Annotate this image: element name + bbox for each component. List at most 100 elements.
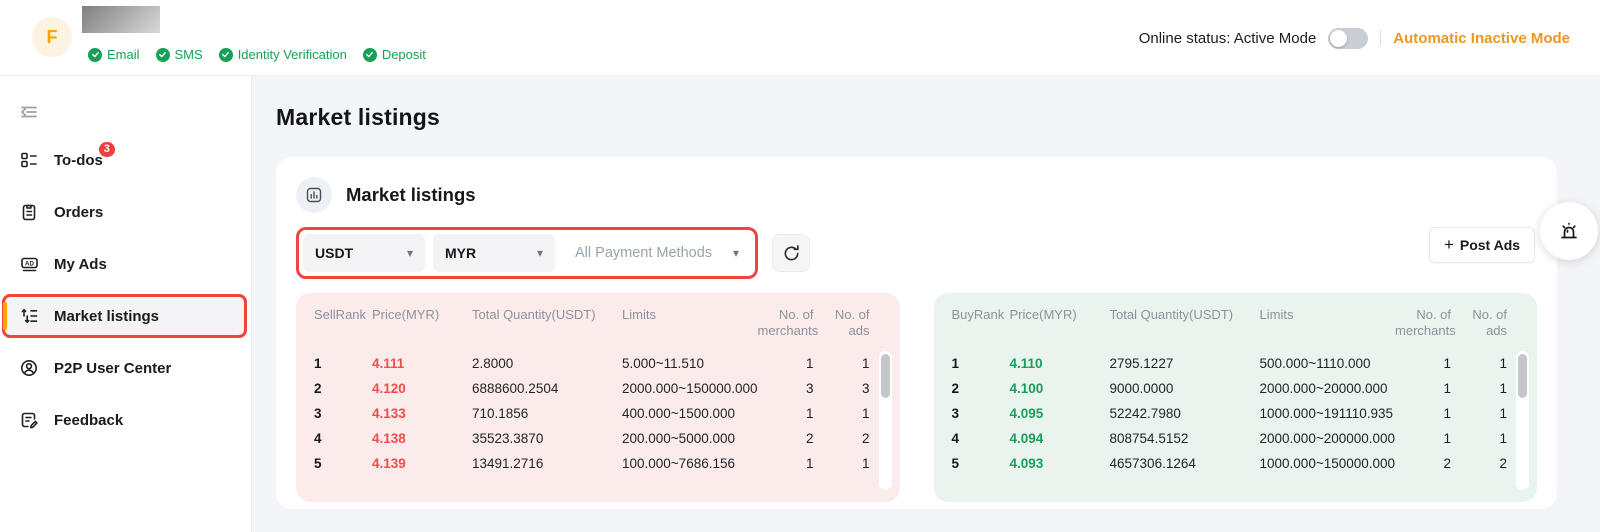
scrollbar-thumb[interactable]: [1518, 354, 1527, 398]
post-ads-label: Post Ads: [1460, 237, 1520, 253]
sidebar-item-todos[interactable]: To-dos 3: [2, 138, 247, 182]
sidebar-item-label: Feedback: [54, 412, 123, 429]
alert-fab[interactable]: [1540, 202, 1598, 260]
merchants-cell: 1: [1395, 431, 1451, 446]
rank-cell: 2: [952, 381, 1010, 396]
table-row: 34.133710.1856400.000~1500.00011: [314, 401, 870, 426]
check-icon: [156, 48, 170, 62]
limits-cell: 2000.000~150000.000: [622, 381, 758, 396]
badge-deposit: Deposit: [363, 47, 426, 62]
price-cell: 4.133: [372, 406, 472, 421]
sidebar: To-dos 3 Orders AD: [0, 76, 252, 532]
rank-cell: 4: [952, 431, 1010, 446]
quantity-cell: 6888600.2504: [472, 381, 622, 396]
sidebar-item-p2p-user-center[interactable]: P2P User Center: [2, 346, 247, 390]
chevron-down-icon: ▾: [407, 246, 413, 260]
automatic-inactive-mode-link[interactable]: Automatic Inactive Mode: [1393, 30, 1570, 47]
market-listings-card: Market listings USDT ▾ MYR ▾ All Payment…: [276, 157, 1557, 509]
market-listings-chart-icon: [296, 177, 332, 213]
collapse-sidebar-icon[interactable]: [18, 102, 40, 122]
sidebar-item-label: To-dos 3: [54, 152, 103, 169]
sidebar-item-label: P2P User Center: [54, 360, 171, 377]
sidebar-item-feedback[interactable]: Feedback: [2, 398, 247, 442]
ads-cell: 1: [814, 356, 870, 371]
sell-table-scrollbar[interactable]: [879, 351, 892, 490]
merchants-cell: 1: [1395, 406, 1451, 421]
quantity-cell: 2.8000: [472, 356, 622, 371]
table-row: 54.0934657306.12641000.000~150000.00022: [952, 451, 1508, 476]
price-cell: 4.138: [372, 431, 472, 446]
price-cell: 4.095: [1010, 406, 1110, 421]
rank-cell: 2: [314, 381, 372, 396]
verification-badges: Email SMS Identity Verification Deposit: [88, 47, 426, 62]
col-sellrank: SellRank: [314, 307, 372, 323]
user-center-icon: [18, 357, 40, 379]
buy-table-body: 14.1102795.1227500.000~1110.0001124.1009…: [952, 351, 1508, 476]
feedback-icon: [18, 409, 40, 431]
fiat-dropdown-value: MYR: [445, 245, 476, 261]
merchants-cell: 2: [1395, 456, 1451, 471]
fiat-dropdown[interactable]: MYR ▾: [433, 234, 555, 272]
merchants-cell: 1: [758, 356, 814, 371]
sell-table-body: 14.1112.80005.000~11.5101124.1206888600.…: [314, 351, 870, 476]
col-limits: Limits: [622, 307, 758, 323]
col-total-quantity: Total Quantity(USDT): [1110, 307, 1260, 323]
price-cell: 4.094: [1010, 431, 1110, 446]
market-listings-icon: [18, 305, 40, 327]
sidebar-item-my-ads[interactable]: AD My Ads: [2, 242, 247, 286]
check-icon: [363, 48, 377, 62]
top-header: F Email SMS Identity Verification Deposi…: [0, 0, 1600, 76]
refresh-button[interactable]: [772, 234, 810, 272]
ads-cell: 3: [814, 381, 870, 396]
ads-cell: 1: [1451, 356, 1507, 371]
buy-table-header: BuyRank Price(MYR) Total Quantity(USDT) …: [952, 305, 1508, 345]
table-row: 24.1009000.00002000.000~20000.00011: [952, 376, 1508, 401]
scrollbar-thumb[interactable]: [881, 354, 890, 398]
toggle-knob: [1330, 30, 1347, 47]
col-price: Price(MYR): [1010, 307, 1110, 323]
sidebar-item-label: My Ads: [54, 256, 107, 273]
ads-cell: 1: [1451, 381, 1507, 396]
rank-cell: 3: [314, 406, 372, 421]
todos-icon: [18, 149, 40, 171]
sidebar-item-orders[interactable]: Orders: [2, 190, 247, 234]
limits-cell: 100.000~7686.156: [622, 456, 758, 471]
payment-methods-dropdown[interactable]: All Payment Methods ▾: [563, 234, 751, 272]
price-cell: 4.093: [1010, 456, 1110, 471]
merchants-cell: 3: [758, 381, 814, 396]
avatar[interactable]: F: [32, 17, 72, 57]
asset-dropdown[interactable]: USDT ▾: [303, 234, 425, 272]
table-row: 54.13913491.2716100.000~7686.15611: [314, 451, 870, 476]
rank-cell: 1: [952, 356, 1010, 371]
sidebar-nav: To-dos 3 Orders AD: [0, 138, 251, 442]
ads-cell: 1: [814, 456, 870, 471]
rank-cell: 5: [952, 456, 1010, 471]
quantity-cell: 2795.1227: [1110, 356, 1260, 371]
merchants-cell: 1: [1395, 356, 1451, 371]
merchants-cell: 1: [758, 456, 814, 471]
badge-label: Deposit: [382, 47, 426, 62]
badge-email: Email: [88, 47, 140, 62]
col-buyrank: BuyRank: [952, 307, 1010, 323]
sell-table-header: SellRank Price(MYR) Total Quantity(USDT)…: [314, 305, 870, 345]
online-status-label: Online status: Active Mode: [1139, 30, 1317, 47]
merchants-cell: 1: [758, 406, 814, 421]
post-ads-button[interactable]: + Post Ads: [1429, 227, 1535, 263]
buy-table-scrollbar[interactable]: [1516, 351, 1529, 490]
plus-icon: +: [1444, 235, 1454, 255]
ads-cell: 2: [1451, 456, 1507, 471]
merchants-cell: 1: [1395, 381, 1451, 396]
sidebar-item-market-listings[interactable]: Market listings: [2, 294, 247, 338]
rank-cell: 5: [314, 456, 372, 471]
online-status-toggle[interactable]: [1328, 28, 1368, 49]
limits-cell: 200.000~5000.000: [622, 431, 758, 446]
price-cell: 4.111: [372, 356, 472, 371]
svg-text:AD: AD: [25, 260, 34, 267]
price-cell: 4.120: [372, 381, 472, 396]
col-no-of-ads: No. of ads: [1451, 307, 1507, 339]
table-row: 44.094808754.51522000.000~200000.00011: [952, 426, 1508, 451]
quantity-cell: 52242.7980: [1110, 406, 1260, 421]
limits-cell: 500.000~1110.000: [1260, 356, 1396, 371]
card-title: Market listings: [346, 184, 476, 206]
col-no-of-merchants: No. of merchants: [758, 307, 814, 339]
